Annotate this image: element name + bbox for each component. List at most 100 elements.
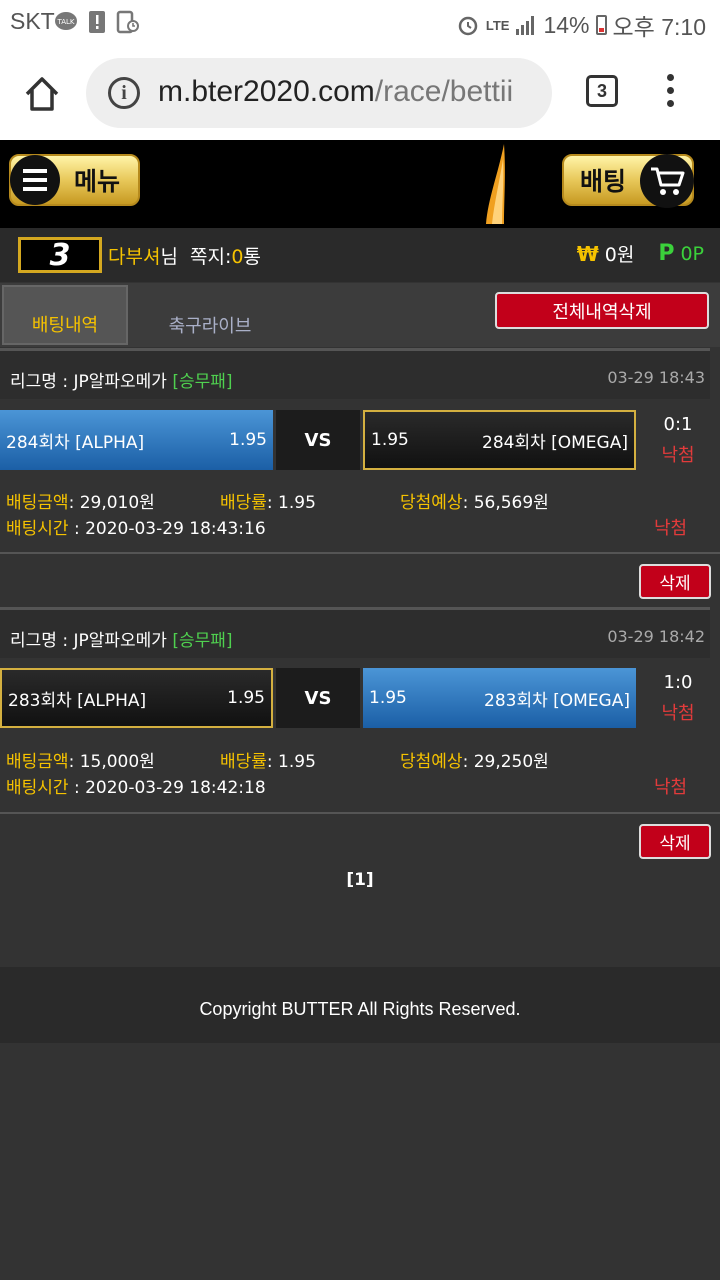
- tab-football-live[interactable]: 축구라이브: [130, 285, 290, 345]
- home-odds: 1.95: [229, 430, 267, 450]
- home-icon[interactable]: [22, 74, 62, 114]
- status-bar: SKT TALK LTE 14% 오후 7:10: [0, 0, 720, 44]
- bet-type: [승무패]: [172, 631, 233, 651]
- user-info-bar: 3 다부셔님 쪽지:0통 ₩ 0원 P 0P: [0, 228, 720, 282]
- home-odds: 1.95: [227, 688, 265, 708]
- bet-rate-row: 배당률: 1.95: [220, 488, 316, 513]
- rate-value: : 1.95: [266, 493, 316, 513]
- bet-rate-row: 배당률: 1.95: [220, 747, 316, 772]
- rate-value: : 1.95: [266, 752, 316, 772]
- time-label: 배팅시간: [6, 519, 69, 539]
- match-score: 0:1: [663, 414, 693, 435]
- league-name: 리그명 : JP알파오메가: [10, 631, 167, 651]
- away-team-cell[interactable]: 1.95 283회차 [OMEGA]: [363, 668, 636, 728]
- bet-amount-row: 배팅금액: 29,010원: [6, 488, 155, 513]
- expected-label: 당첨예상: [400, 493, 463, 513]
- bet-button-label: 배팅: [580, 167, 627, 196]
- league-header: 리그명 : JP알파오메가 [승무패] 03-29 18:43: [0, 348, 710, 399]
- signal-icon: [516, 16, 535, 35]
- more-menu-icon[interactable]: [664, 74, 676, 114]
- delete-all-button[interactable]: 전체내역삭제: [495, 292, 709, 329]
- away-odds: 1.95: [369, 688, 407, 708]
- result-status-2: 낙첨: [654, 777, 688, 798]
- level-badge: 3: [18, 237, 102, 273]
- carrier-label: SKT: [10, 8, 55, 34]
- message-unit: 통: [243, 246, 261, 268]
- url-host: m.bter2020.com: [158, 75, 375, 108]
- result-status-2: 낙첨: [654, 518, 688, 539]
- screen-record-icon: [116, 10, 140, 40]
- url-text[interactable]: m.bter2020.com/race/bettii: [158, 75, 513, 109]
- league-header: 리그명 : JP알파오메가 [승무패] 03-29 18:42: [0, 607, 710, 658]
- home-team-name: 283회차 [ALPHA]: [8, 690, 147, 711]
- info-icon[interactable]: i: [108, 77, 140, 109]
- logo-flame: [486, 144, 505, 224]
- rate-label: 배당률: [220, 752, 267, 772]
- bet-time-row: 배팅시간 : 2020-03-29 18:42:18: [6, 773, 266, 798]
- away-team-name: 284회차 [OMEGA]: [482, 432, 628, 453]
- result-box: 0:1 낙첨: [636, 414, 720, 467]
- footer: Copyright BUTTER All Rights Reserved.: [0, 967, 720, 1043]
- page-link[interactable]: [1]: [346, 870, 373, 890]
- time-label: 배팅시간: [6, 778, 69, 798]
- bet-expected-row: 당첨예상: 29,250원: [400, 747, 549, 772]
- url-path: /race/bettii: [374, 75, 514, 108]
- time-value: : 2020-03-29 18:43:16: [68, 519, 266, 539]
- bet-time-row: 배팅시간 : 2020-03-29 18:43:16: [6, 514, 266, 539]
- message-count[interactable]: 0: [231, 246, 243, 268]
- rate-label: 배당률: [220, 493, 267, 513]
- delete-button[interactable]: 삭제: [639, 564, 711, 599]
- copyright-text: Copyright BUTTER All Rights Reserved.: [199, 999, 521, 1019]
- tab-betting-history[interactable]: 배팅내역: [2, 285, 128, 345]
- battery-icon: [595, 15, 607, 35]
- menu-button-label: 메뉴: [74, 167, 121, 196]
- amount-label: 배팅금액: [6, 752, 69, 772]
- point-balance: 0P: [680, 242, 704, 265]
- expected-value: : 56,569원: [462, 493, 549, 513]
- away-team-cell[interactable]: 1.95 284회차 [OMEGA]: [363, 410, 636, 470]
- bet-amount-row: 배팅금액: 15,000원: [6, 747, 155, 772]
- svg-text:TALK: TALK: [56, 18, 74, 26]
- league-title: 리그명 : JP알파오메가 [승무패]: [10, 626, 233, 651]
- vs-label: VS: [276, 668, 360, 728]
- battery-percent: 14%: [543, 11, 590, 38]
- amount-value: : 15,000원: [68, 752, 155, 772]
- site-header: 메뉴 배팅: [0, 140, 720, 228]
- time-value: : 2020-03-29 18:42:18: [68, 778, 266, 798]
- home-team-name: 284회차 [ALPHA]: [6, 432, 145, 453]
- vs-label: VS: [276, 410, 360, 470]
- home-team-cell[interactable]: 283회차 [ALPHA] 1.95: [0, 668, 273, 728]
- browser-toolbar: i m.bter2020.com/race/bettii 3: [0, 44, 720, 140]
- league-name: 리그명 : JP알파오메가: [10, 372, 167, 392]
- expected-value: : 29,250원: [462, 752, 549, 772]
- user-greeting: 다부셔님 쪽지:0통: [108, 242, 261, 269]
- status-right: LTE 14% 오후 7:10: [456, 8, 706, 42]
- bet-expected-row: 당첨예상: 56,569원: [400, 488, 549, 513]
- user-nickname[interactable]: 다부셔: [108, 246, 160, 268]
- point-icon: P: [658, 241, 675, 266]
- level-number: 3: [49, 237, 71, 273]
- delete-row: 삭제: [0, 552, 720, 608]
- alarm-icon: [458, 16, 478, 36]
- betting-cart-button[interactable]: 배팅: [562, 154, 694, 208]
- message-label[interactable]: 쪽지:: [190, 246, 231, 268]
- address-bar[interactable]: i m.bter2020.com/race/bettii: [86, 58, 552, 128]
- clock: 오후 7:10: [612, 14, 706, 40]
- talk-icon: TALK: [54, 10, 78, 40]
- menu-button[interactable]: 메뉴: [9, 154, 140, 206]
- network-label: LTE: [485, 17, 510, 33]
- pagination: [1]: [0, 870, 720, 890]
- bet-type: [승무패]: [172, 372, 233, 392]
- history-tabs: 배팅내역 축구라이브 전체내역삭제: [0, 283, 720, 347]
- delete-button[interactable]: 삭제: [639, 824, 711, 859]
- amount-value: : 29,010원: [68, 493, 155, 513]
- money-balance: 0원: [604, 244, 635, 266]
- won-icon: ₩: [576, 241, 599, 266]
- cart-icon: [640, 154, 694, 208]
- bet-datetime: 03-29 18:42: [607, 627, 705, 646]
- list-icon: [10, 155, 60, 205]
- result-box: 1:0 낙첨: [636, 672, 720, 725]
- honorific: 님: [160, 246, 178, 268]
- tab-switcher-button[interactable]: 3: [586, 75, 618, 107]
- home-team-cell[interactable]: 284회차 [ALPHA] 1.95: [0, 410, 273, 470]
